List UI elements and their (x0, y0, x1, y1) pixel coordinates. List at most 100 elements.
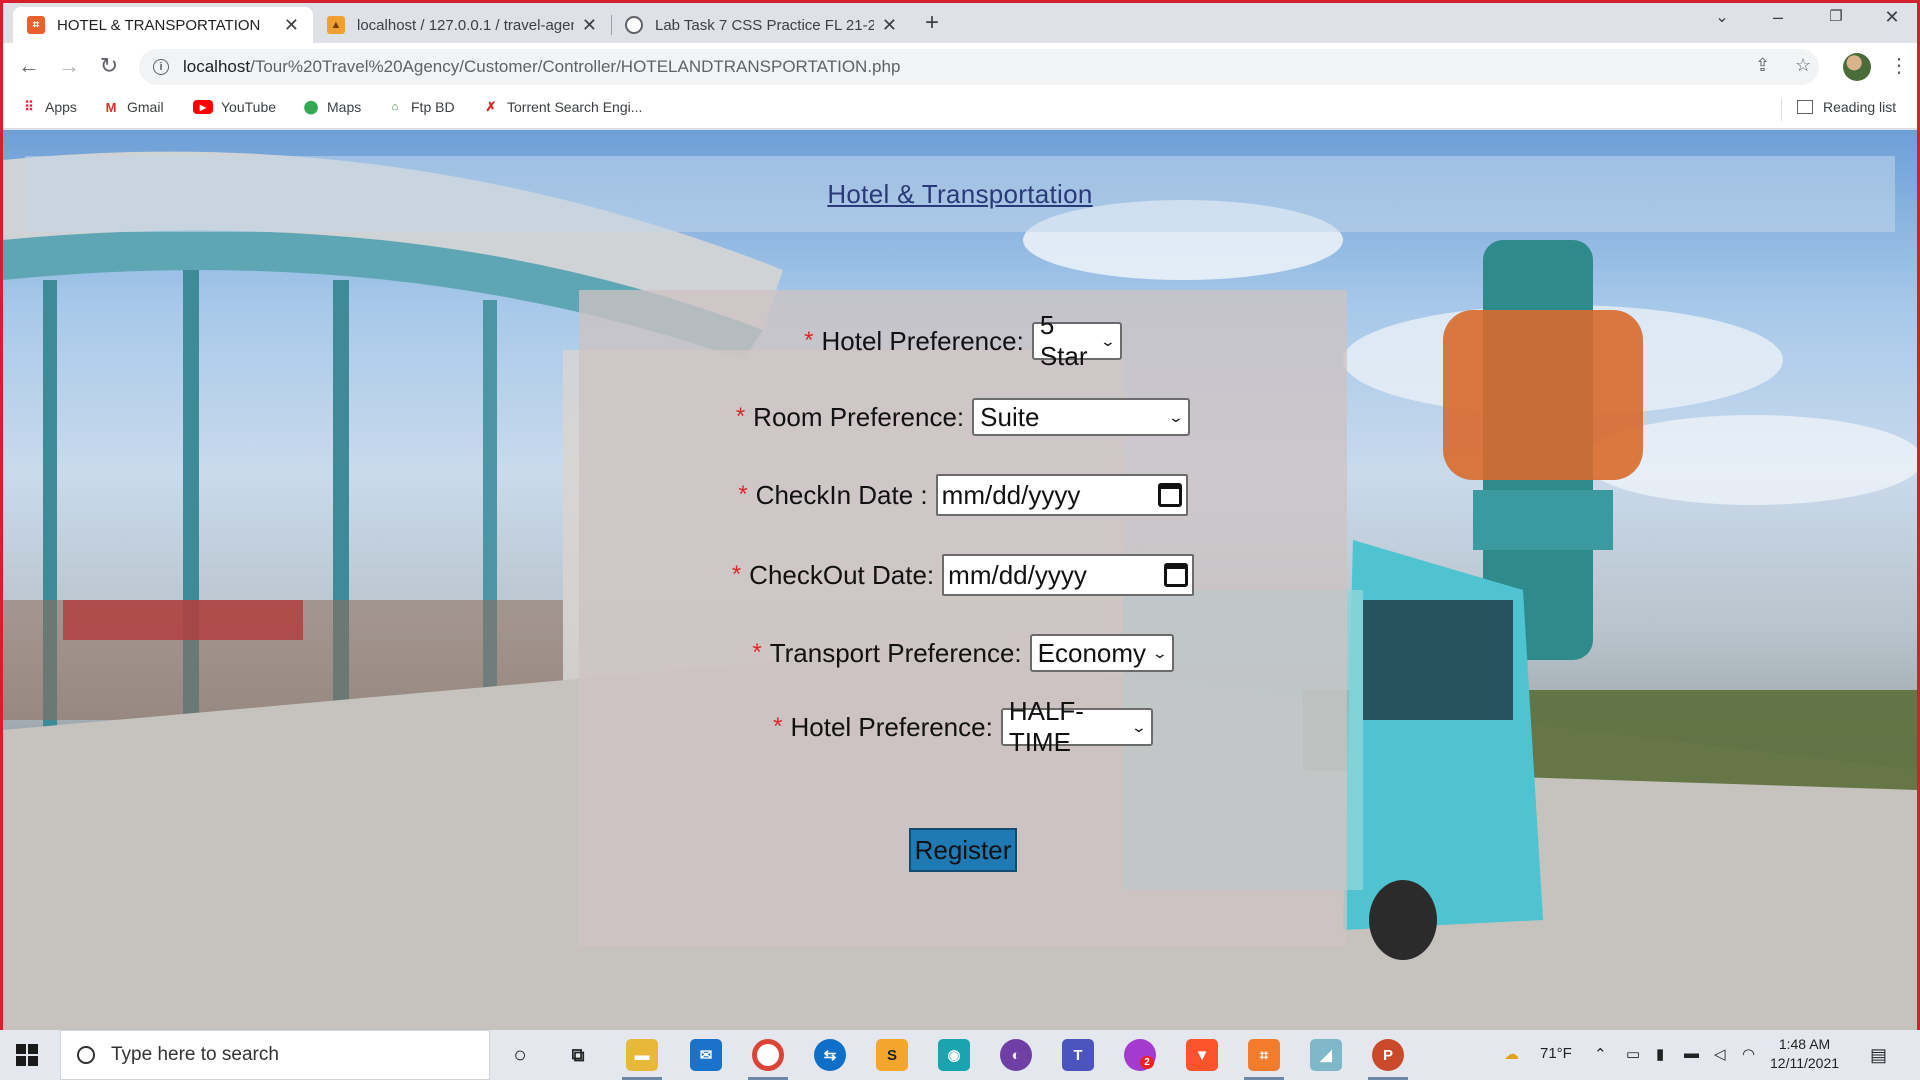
reload-icon[interactable]: ↻ (95, 53, 123, 79)
bookmark-youtube[interactable]: ▶ YouTube (193, 99, 276, 115)
xampp-icon[interactable]: ⌗ (1248, 1039, 1280, 1071)
reading-list-icon (1797, 100, 1813, 114)
weather-icon[interactable]: ☁ (1504, 1045, 1519, 1063)
youtube-icon: ▶ (193, 100, 213, 114)
required-asterisk: * (731, 561, 742, 588)
bookmark-gmail[interactable]: M Gmail (103, 99, 164, 115)
new-tab-icon[interactable]: + (925, 9, 939, 37)
notifications-icon[interactable]: ▤ (1870, 1045, 1887, 1066)
tab-search-icon[interactable]: ⌄ (1699, 7, 1745, 27)
checkout-date-row: * CheckOut Date: mm/dd/yyyy (579, 554, 1347, 596)
tab-hotel-transportation[interactable]: ⌗ HOTEL & TRANSPORTATION ✕ (13, 7, 313, 43)
cortana-icon[interactable]: ○ (504, 1039, 536, 1071)
reading-list-button[interactable]: Reading list (1797, 99, 1896, 115)
teamviewer-icon[interactable]: ⇆ (814, 1039, 846, 1071)
sublime-text-icon[interactable]: S (876, 1039, 908, 1071)
transport-preference-row: * Transport Preference: Economy ⌄ (579, 634, 1347, 672)
bookmark-torrent[interactable]: ✗ Torrent Search Engi... (483, 99, 643, 115)
phpmyadmin-icon: ▲ (327, 16, 345, 34)
site-info-icon[interactable]: i (153, 59, 169, 75)
minimize-icon[interactable]: – (1755, 7, 1801, 28)
hotel-icon: ⌗ (27, 16, 45, 34)
transport-preference-select[interactable]: Economy ⌄ (1029, 634, 1174, 672)
back-icon[interactable]: ← (15, 53, 43, 79)
bookmark-star-icon[interactable]: ☆ (1795, 55, 1811, 76)
bookmark-maps[interactable]: ⬤ Maps (303, 99, 362, 115)
volume-icon[interactable]: ◁ (1714, 1045, 1726, 1063)
bookmark-label: Torrent Search Engi... (507, 99, 643, 115)
chevron-down-icon: ⌄ (1130, 718, 1148, 735)
battery-icon[interactable]: ▬ (1684, 1045, 1699, 1062)
required-asterisk: * (752, 639, 762, 666)
meal-preference-value: HALF-TIME (1008, 696, 1084, 757)
tab-bar: ⌗ HOTEL & TRANSPORTATION ✕ ▲ localhost /… (3, 3, 1917, 43)
windows-taskbar: Type here to search ○ ⧉ ▬ ✉ ⇆ S ◉ ◐ T 2 … (0, 1030, 1920, 1080)
meeting-app-icon[interactable]: ◉ (938, 1039, 970, 1071)
checkout-date-input[interactable]: mm/dd/yyyy (942, 554, 1195, 596)
notification-badge: 2 (1140, 1055, 1154, 1069)
taskbar-search[interactable]: Type here to search (60, 1030, 490, 1080)
bookmark-label: Apps (45, 99, 77, 115)
share-icon[interactable]: ⇪ (1755, 55, 1770, 76)
bookmark-label: Ftp BD (411, 99, 455, 115)
teams-icon[interactable]: T (1062, 1039, 1094, 1071)
hotel-preference-row: * Hotel Preference: 5 Star ⌄ (579, 310, 1347, 371)
torrent-icon: ✗ (485, 99, 497, 114)
page-content: Hotel & Transportation * Hotel Preferenc… (3, 130, 1917, 1030)
hotel-preference-select[interactable]: 5 Star ⌄ (1031, 310, 1122, 371)
checkin-date-placeholder: mm/dd/yyyy (941, 479, 1081, 510)
page-header: Hotel & Transportation (25, 156, 1895, 232)
messenger-icon[interactable]: 2 (1124, 1039, 1156, 1071)
url-path: /Tour%20Travel%20Agency/Customer/Control… (250, 57, 901, 76)
forward-icon[interactable]: → (55, 53, 83, 79)
register-button[interactable]: Register (909, 828, 1017, 872)
bookmark-ftp-bd[interactable]: ⌂ Ftp BD (387, 99, 455, 115)
close-tab-icon[interactable]: ✕ (284, 15, 299, 36)
powerpoint-icon[interactable]: P (1372, 1039, 1404, 1071)
profile-avatar[interactable] (1843, 53, 1871, 81)
github-icon[interactable]: ◐ (1000, 1039, 1032, 1071)
restore-icon[interactable]: ❐ (1813, 7, 1859, 25)
url-host: localhost (183, 57, 251, 76)
room-preference-select[interactable]: Suite ⌄ (972, 398, 1191, 436)
tab-phpmyadmin[interactable]: ▲ localhost / 127.0.0.1 / travel-agen ✕ (313, 7, 611, 43)
calendar-icon[interactable] (1157, 483, 1182, 507)
menu-icon[interactable]: ⋮ (1889, 53, 1909, 78)
brave-icon[interactable]: ▼ (1186, 1039, 1218, 1071)
bookmark-apps[interactable]: ⠿ Apps (21, 99, 77, 115)
hotel-preference-value: 5 Star (1039, 310, 1088, 371)
address-bar[interactable]: i localhost/Tour%20Travel%20Agency/Custo… (139, 49, 1819, 85)
windows-start-icon[interactable] (16, 1044, 38, 1066)
close-window-icon[interactable]: ✕ (1869, 7, 1915, 28)
microphone-icon[interactable]: ▮ (1656, 1045, 1664, 1063)
meal-preference-select[interactable]: HALF-TIME ⌄ (1000, 696, 1153, 757)
required-asterisk: * (738, 481, 748, 508)
globe-icon (625, 16, 643, 34)
required-asterisk: * (804, 327, 814, 354)
notepad-icon[interactable]: ◢ (1310, 1039, 1342, 1071)
chrome-icon[interactable] (752, 1039, 784, 1071)
tab-lab-task[interactable]: Lab Task 7 CSS Practice FL 21-22 ✕ (611, 7, 911, 43)
tab-title: HOTEL & TRANSPORTATION (57, 16, 261, 34)
hotel-preference-label: Hotel Preference: (821, 325, 1024, 356)
weather-temp[interactable]: 71°F (1540, 1045, 1572, 1062)
show-hidden-icons[interactable]: ⌃ (1594, 1045, 1607, 1063)
task-view-icon[interactable]: ⧉ (562, 1039, 594, 1071)
file-explorer-icon[interactable]: ▬ (626, 1039, 658, 1071)
close-tab-icon[interactable]: ✕ (582, 15, 597, 36)
bookmark-label: YouTube (221, 99, 277, 115)
system-clock[interactable]: 1:48 AM 12/11/2021 (1770, 1035, 1839, 1073)
wifi-icon[interactable]: ◠ (1742, 1045, 1755, 1063)
transport-preference-label: Transport Preference: (769, 637, 1022, 668)
meet-now-icon[interactable]: ▭ (1626, 1045, 1640, 1063)
checkin-date-input[interactable]: mm/dd/yyyy (935, 474, 1188, 516)
mail-icon[interactable]: ✉ (690, 1039, 722, 1071)
required-asterisk: * (773, 713, 783, 740)
reading-list-label: Reading list (1823, 99, 1897, 115)
calendar-icon[interactable] (1164, 563, 1189, 587)
close-tab-icon[interactable]: ✕ (882, 15, 897, 36)
bookmarks-bar: ⠿ Apps M Gmail ▶ YouTube ⬤ Maps ⌂ Ftp BD… (3, 91, 1917, 129)
required-asterisk: * (735, 403, 746, 430)
chevron-down-icon: ⌄ (1168, 408, 1185, 425)
tab-title: localhost / 127.0.0.1 / travel-agen (357, 16, 574, 34)
